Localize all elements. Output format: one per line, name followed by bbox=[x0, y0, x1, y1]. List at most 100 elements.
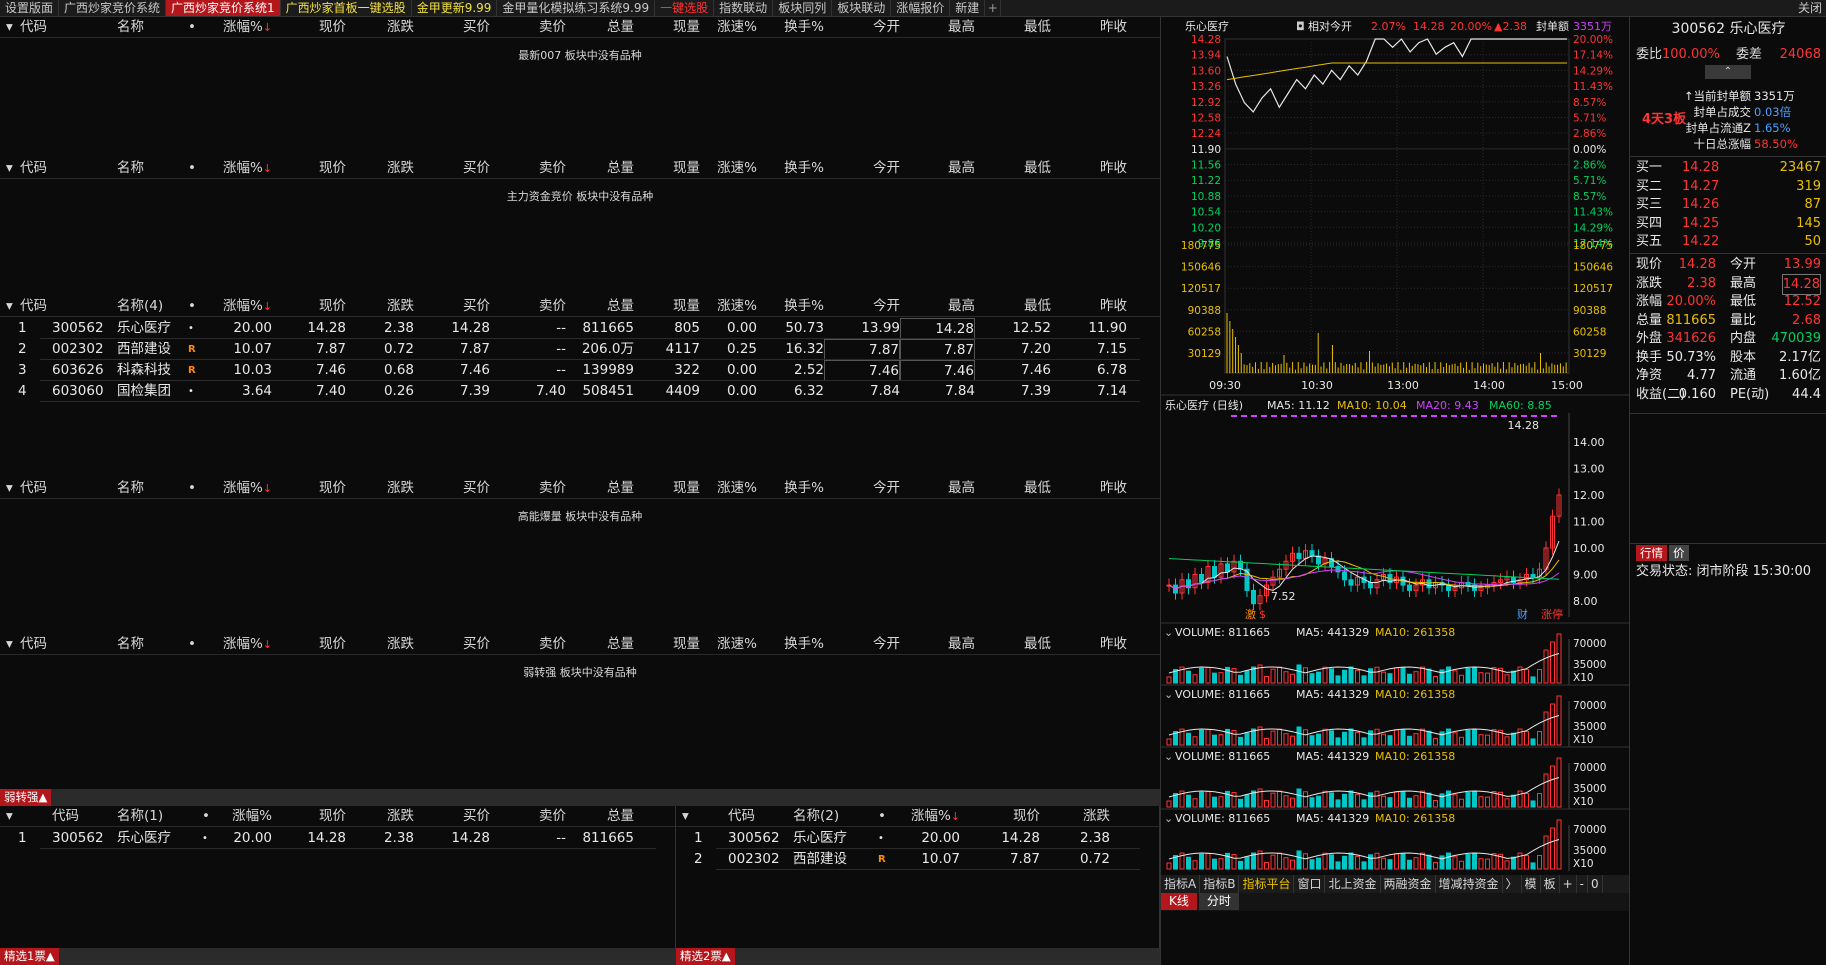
col-header-prev[interactable]: 昨收 bbox=[1051, 478, 1127, 499]
col-header-open[interactable]: 今开 bbox=[824, 478, 900, 499]
col-header-code[interactable]: 代码 bbox=[20, 478, 80, 499]
table-row[interactable]: 2 002302 西部建设 R 10.07 7.87 0.72 bbox=[676, 849, 1160, 870]
col-header-price[interactable]: 现价 bbox=[272, 478, 346, 499]
quote-collapse-button[interactable]: ⌃ bbox=[1705, 65, 1751, 79]
col-header-speed[interactable]: 涨速% bbox=[700, 296, 757, 317]
col-header-code[interactable]: 代码 bbox=[20, 634, 80, 655]
top-tab-9[interactable]: 板块联动 bbox=[832, 0, 892, 16]
top-tab-7[interactable]: 指数联动 bbox=[714, 0, 774, 16]
col-header-cur[interactable]: 现量 bbox=[634, 158, 700, 179]
col-header-low[interactable]: 最低 bbox=[975, 296, 1051, 317]
bid-row[interactable]: 买五 14.22 50 bbox=[1630, 232, 1826, 251]
col-header-chg[interactable]: 涨跌 bbox=[346, 478, 414, 499]
col-header-turn[interactable]: 换手% bbox=[757, 296, 824, 317]
col-header-speed[interactable]: 涨速% bbox=[700, 478, 757, 499]
col-header-name[interactable]: 名称 bbox=[117, 634, 187, 655]
col-header-name[interactable]: 名称(2) bbox=[793, 806, 863, 827]
col-header-price[interactable]: 现价 bbox=[272, 296, 346, 317]
col-header-low[interactable]: 最低 bbox=[975, 634, 1051, 655]
top-tab-11[interactable]: 新建 bbox=[950, 0, 986, 16]
close-button[interactable]: 关闭 bbox=[1798, 0, 1822, 16]
bid-row[interactable]: 买三 14.26 87 bbox=[1630, 195, 1826, 214]
table-row[interactable]: 2 002302 西部建设 R 10.07 7.87 0.72 7.87 -- 206.0万 411… bbox=[0, 339, 1160, 360]
top-tab-8[interactable]: 板块同列 bbox=[773, 0, 833, 16]
col-header-cur[interactable]: 现量 bbox=[634, 17, 700, 38]
view-tab-0[interactable]: K线 bbox=[1161, 893, 1197, 910]
col-header-open[interactable]: 今开 bbox=[824, 17, 900, 38]
col-header-mark[interactable]: • bbox=[188, 634, 200, 655]
indicator-tab-8[interactable]: 模 bbox=[1522, 875, 1541, 893]
col-header-chg[interactable]: 涨跌 bbox=[346, 634, 414, 655]
col-header-name[interactable]: 名称(4) bbox=[117, 296, 187, 317]
col-header-prev[interactable]: 昨收 bbox=[1051, 17, 1127, 38]
top-tab-12[interactable]: + bbox=[985, 0, 1002, 16]
col-header-mark[interactable]: • bbox=[188, 158, 200, 179]
table-row[interactable]: 1 300562 乐心医疗 • 20.00 14.28 2.38 bbox=[676, 828, 1160, 849]
col-header-bid[interactable]: 买价 bbox=[414, 158, 490, 179]
col-header-high[interactable]: 最高 bbox=[900, 17, 975, 38]
col-header-vol[interactable]: 总量 bbox=[566, 296, 634, 317]
col-header-ask[interactable]: 卖价 bbox=[490, 296, 566, 317]
col-header-vol[interactable]: 总量 bbox=[566, 634, 634, 655]
col-header-bid[interactable]: 买价 bbox=[414, 296, 490, 317]
col-header-pct[interactable]: 涨幅% bbox=[200, 478, 272, 499]
col-header-code[interactable]: 代码 bbox=[728, 806, 788, 827]
col-header-speed[interactable]: 涨速% bbox=[700, 158, 757, 179]
indicator-tab-12[interactable]: 0 bbox=[1588, 875, 1603, 893]
top-tab-1[interactable]: 广西炒家竞价系统 bbox=[59, 0, 167, 16]
col-header-bid[interactable]: 买价 bbox=[414, 17, 490, 38]
col-header-ask[interactable]: 卖价 bbox=[490, 634, 566, 655]
bid-row[interactable]: 买二 14.27 319 bbox=[1630, 177, 1826, 196]
col-header-open[interactable]: 今开 bbox=[824, 296, 900, 317]
col-header-turn[interactable]: 换手% bbox=[757, 17, 824, 38]
col-header-code[interactable]: 代码 bbox=[52, 806, 112, 827]
col-header-price[interactable]: 现价 bbox=[272, 17, 346, 38]
col-header-high[interactable]: 最高 bbox=[900, 478, 975, 499]
col-header-speed[interactable]: 涨速% bbox=[700, 634, 757, 655]
col-header-chg[interactable]: 涨跌 bbox=[1040, 806, 1110, 827]
col-header-low[interactable]: 最低 bbox=[975, 478, 1051, 499]
col-header-bid[interactable]: 买价 bbox=[414, 478, 490, 499]
col-header-ask[interactable]: 卖价 bbox=[490, 478, 566, 499]
col-header-mark[interactable]: • bbox=[188, 478, 200, 499]
panel-title[interactable]: 弱转强▲ bbox=[0, 789, 52, 806]
bid-row[interactable]: 买一 14.28 23467 bbox=[1630, 158, 1826, 177]
col-header-chg[interactable]: 涨跌 bbox=[346, 806, 414, 827]
header-sort-arrow[interactable]: ▾ bbox=[6, 478, 18, 499]
col-header-mark[interactable]: • bbox=[202, 806, 214, 827]
col-header-code[interactable]: 代码 bbox=[20, 17, 80, 38]
col-header-pct[interactable]: 涨幅% bbox=[200, 158, 272, 179]
pick1-title[interactable]: 精选1票▲ bbox=[0, 948, 59, 965]
col-header-price[interactable]: 现价 bbox=[272, 158, 346, 179]
col-header-high[interactable]: 最高 bbox=[900, 296, 975, 317]
indicator-tab-10[interactable]: + bbox=[1560, 875, 1577, 893]
indicator-tab-6[interactable]: 增减持资金 bbox=[1436, 875, 1503, 893]
header-sort-arrow[interactable]: ▾ bbox=[6, 296, 18, 317]
col-header-mark[interactable]: • bbox=[878, 806, 890, 827]
col-header-ask[interactable]: 卖价 bbox=[490, 806, 566, 827]
col-header-cur[interactable]: 现量 bbox=[634, 478, 700, 499]
col-header-speed[interactable]: 涨速% bbox=[700, 17, 757, 38]
col-header-turn[interactable]: 换手% bbox=[757, 478, 824, 499]
col-header-vol[interactable]: 总量 bbox=[566, 158, 634, 179]
top-tab-0[interactable]: 设置版面 bbox=[0, 0, 60, 16]
col-header-mark[interactable]: • bbox=[188, 296, 200, 317]
col-header-open[interactable]: 今开 bbox=[824, 158, 900, 179]
indicator-tab-0[interactable]: 指标A bbox=[1161, 875, 1201, 893]
col-header-open[interactable]: 今开 bbox=[824, 634, 900, 655]
col-header-vol[interactable]: 总量 bbox=[566, 478, 634, 499]
col-header-vol[interactable]: 总量 bbox=[566, 17, 634, 38]
col-header-ask[interactable]: 卖价 bbox=[490, 158, 566, 179]
bid-row[interactable]: 买四 14.25 145 bbox=[1630, 214, 1826, 233]
col-header-price[interactable]: 现价 bbox=[272, 634, 346, 655]
col-header-prev[interactable]: 昨收 bbox=[1051, 158, 1127, 179]
col-header-chg[interactable]: 涨跌 bbox=[346, 296, 414, 317]
indicator-tab-2[interactable]: 指标平台 bbox=[1239, 875, 1295, 893]
col-header-high[interactable]: 最高 bbox=[900, 634, 975, 655]
col-header-turn[interactable]: 换手% bbox=[757, 158, 824, 179]
top-tab-2[interactable]: 广西炒家竞价系统1 bbox=[166, 0, 281, 16]
col-header-pct[interactable]: 涨幅% bbox=[214, 806, 272, 827]
col-header-pct[interactable]: 涨幅% bbox=[890, 806, 960, 827]
view-tab-1[interactable]: 分时 bbox=[1198, 893, 1239, 910]
col-header-chg[interactable]: 涨跌 bbox=[346, 158, 414, 179]
